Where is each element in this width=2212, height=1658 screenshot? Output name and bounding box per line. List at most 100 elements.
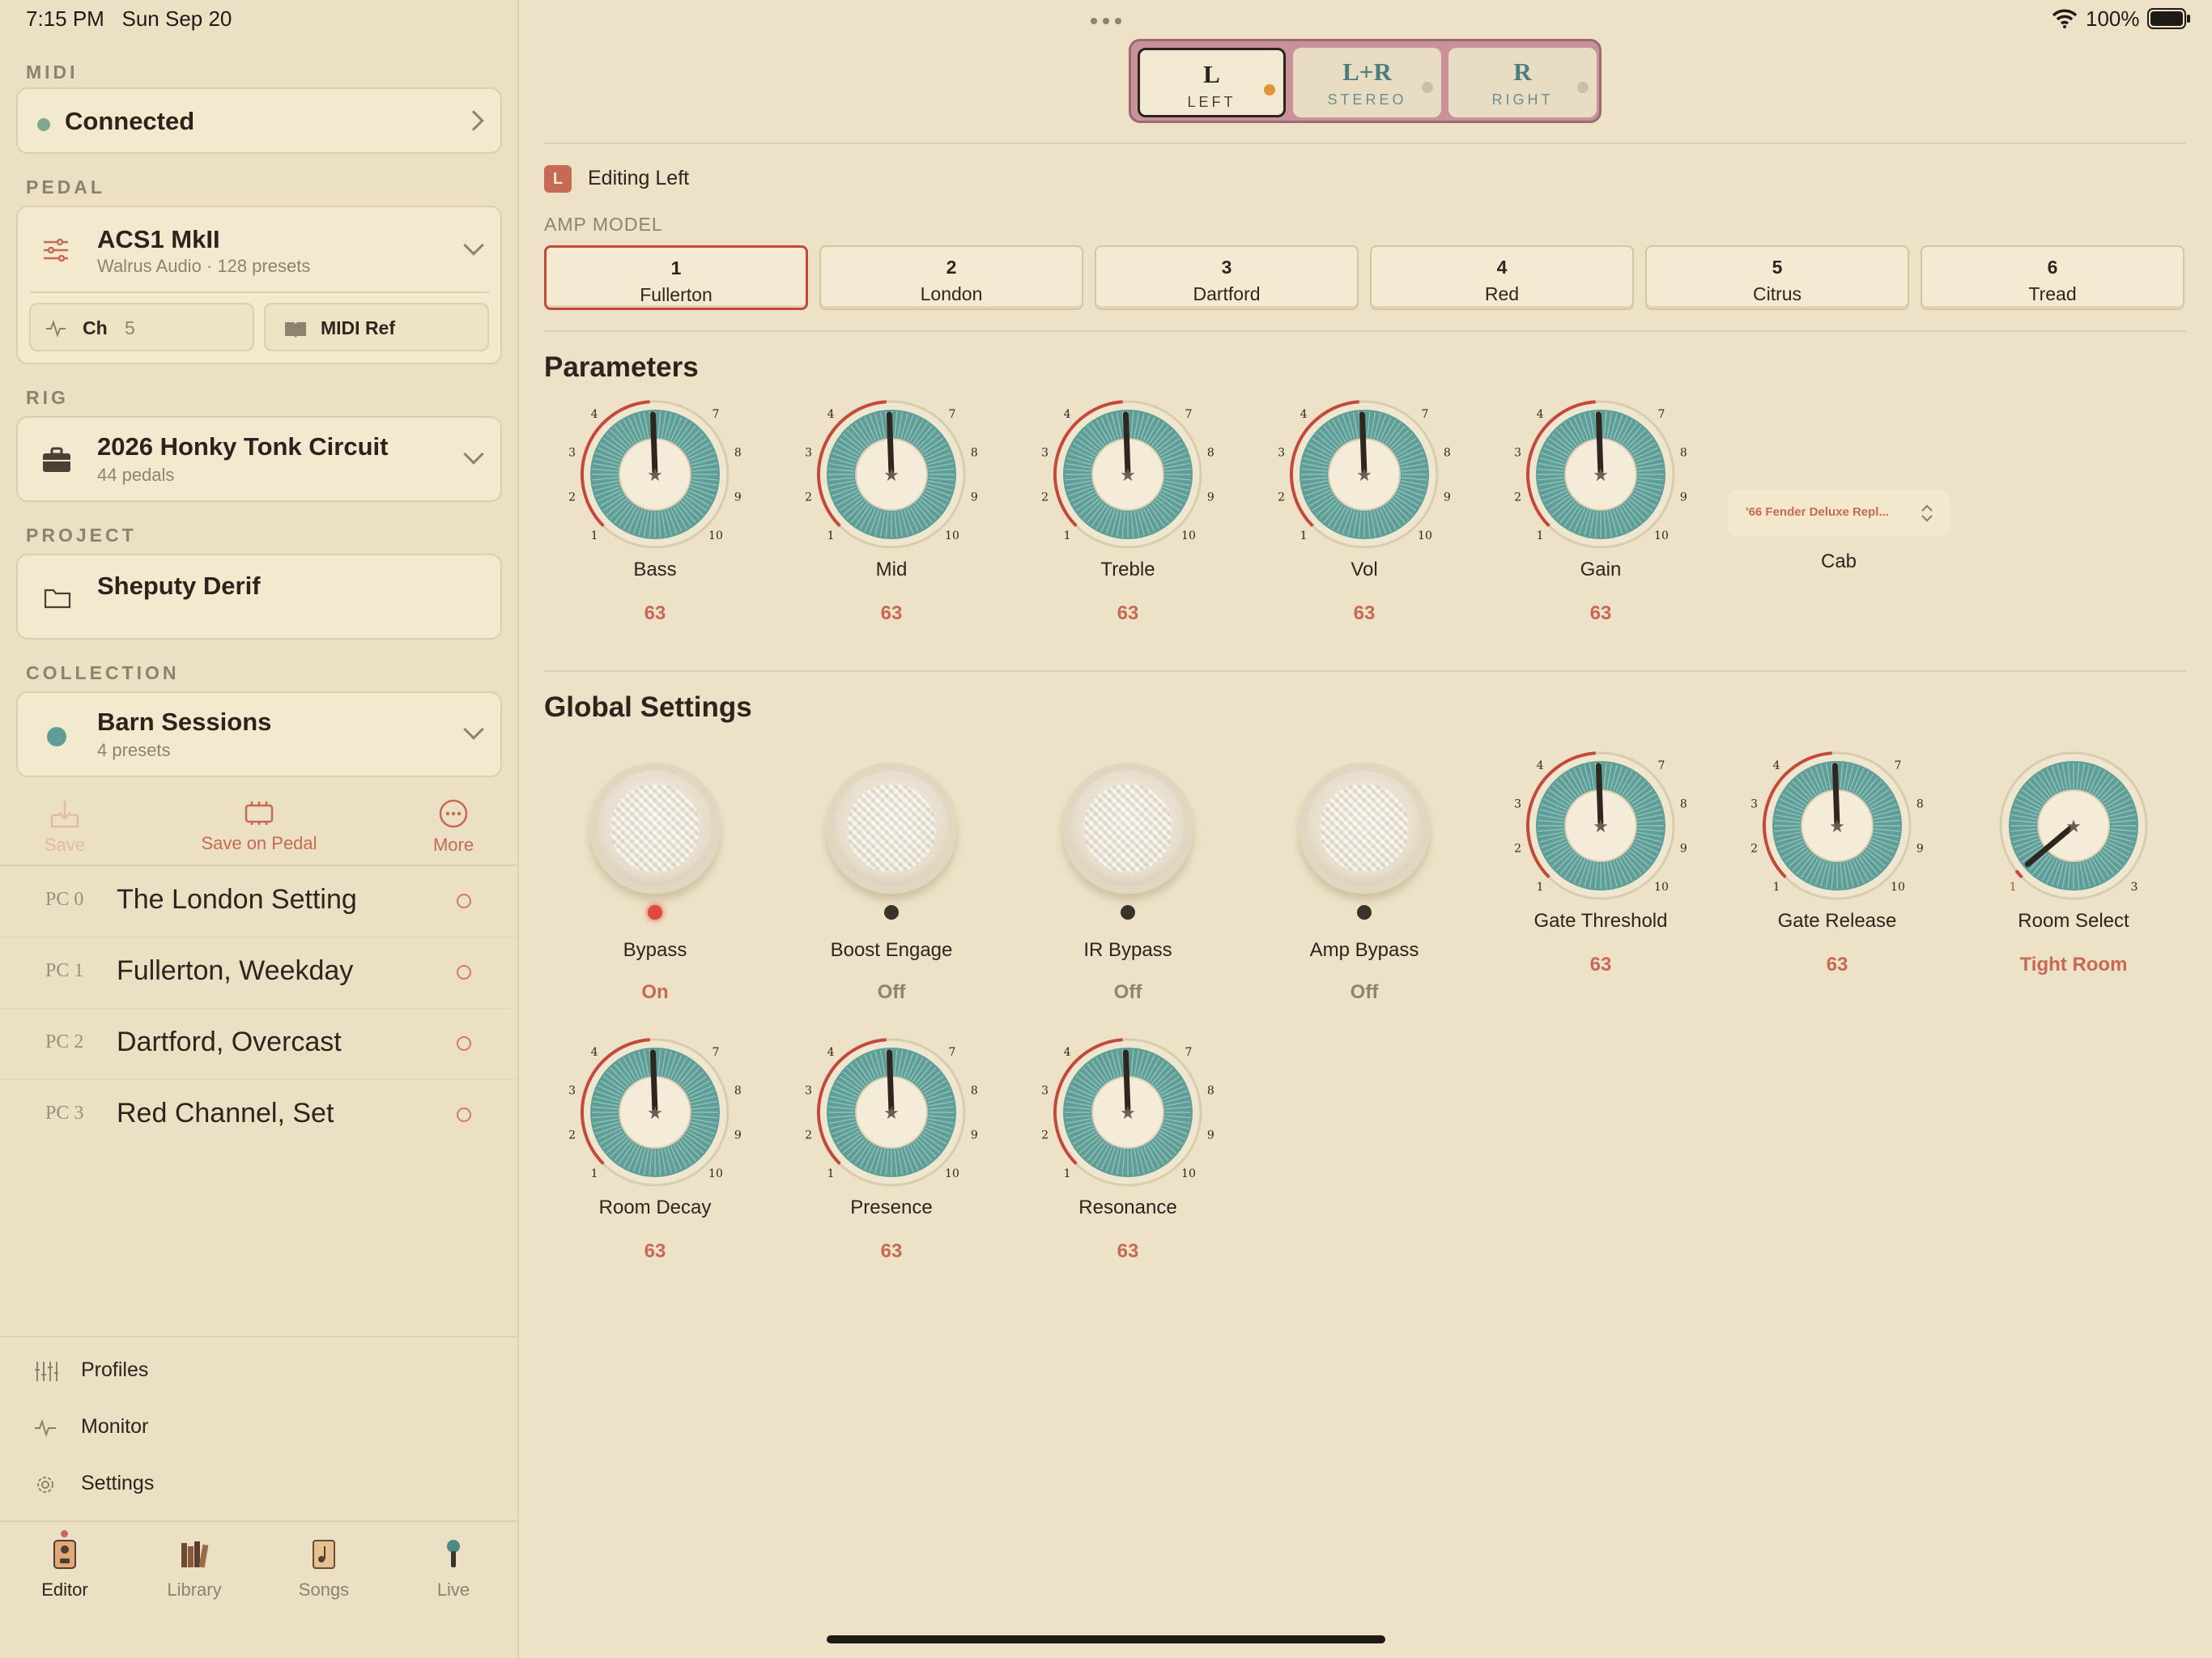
tab-songs[interactable]: Songs bbox=[267, 1538, 381, 1601]
knob-treble[interactable]: ★ 1 2 3 4 5 6 7 8 9 10 Treble 63 bbox=[1035, 397, 1221, 640]
svg-text:★: ★ bbox=[883, 1103, 900, 1124]
midi-ref-button[interactable]: MIDI Ref bbox=[264, 303, 489, 351]
svg-text:3: 3 bbox=[568, 447, 576, 460]
segment-right-big: R bbox=[1513, 57, 1532, 86]
preset-name: Fullerton, Weekday bbox=[117, 955, 354, 986]
tab-live[interactable]: Live bbox=[397, 1538, 510, 1601]
knob-dial: ★ 1 2 3 4 5 6 7 8 9 10 bbox=[1041, 397, 1214, 549]
svg-text:6: 6 bbox=[1619, 748, 1627, 750]
toggle-amp-bypass[interactable]: Amp Bypass Off bbox=[1271, 763, 1457, 1014]
knob-dial: ★ 1 2 3 4 5 6 7 8 9 10 bbox=[568, 397, 742, 549]
preset-select-circle[interactable] bbox=[457, 894, 471, 908]
library-books-icon bbox=[181, 1541, 209, 1568]
preset-row[interactable]: PC 0 The London Setting bbox=[0, 866, 518, 937]
preset-row[interactable]: PC 3 Red Channel, Set bbox=[0, 1080, 518, 1151]
svg-text:2: 2 bbox=[568, 491, 576, 504]
knob-presence[interactable]: ★ 1 2 3 4 5 6 7 8 9 10 Presence 63 bbox=[798, 1035, 985, 1278]
svg-text:3: 3 bbox=[805, 1085, 812, 1098]
toggle-bypass[interactable]: Bypass On bbox=[562, 763, 748, 1014]
toggle-ir-bypass[interactable]: IR Bypass Off bbox=[1035, 763, 1221, 1014]
global-settings-heading: Global Settings bbox=[544, 691, 752, 723]
svg-text:3: 3 bbox=[805, 447, 812, 460]
knob-gate-threshold[interactable]: ★ 1 2 3 4 5 6 7 8 9 10 Gate Threshold 63 bbox=[1508, 748, 1694, 991]
amp-model-number: 6 bbox=[2047, 257, 2058, 278]
svg-text:6: 6 bbox=[1146, 397, 1154, 399]
folder-icon bbox=[44, 589, 71, 609]
collection-section-label: COLLECTION bbox=[26, 662, 180, 683]
svg-text:7: 7 bbox=[948, 408, 955, 421]
svg-text:8: 8 bbox=[734, 447, 742, 460]
amp-model-name: London bbox=[920, 283, 983, 304]
knob-gate-release[interactable]: ★ 1 2 3 4 5 6 7 8 9 10 Gate Release 63 bbox=[1744, 748, 1930, 991]
segment-indicator bbox=[1577, 82, 1589, 93]
preset-select-circle[interactable] bbox=[457, 1036, 471, 1051]
multitasking-dots[interactable] bbox=[1090, 15, 1122, 24]
songs-note-icon bbox=[313, 1540, 335, 1569]
pedal-name: ACS1 MkII bbox=[97, 225, 220, 253]
cab-select[interactable]: '66 Fender Deluxe Repl... bbox=[1728, 490, 1950, 537]
preset-row[interactable]: PC 1 Fullerton, Weekday bbox=[0, 937, 518, 1009]
rig-card[interactable]: 2026 Honky Tonk Circuit 44 pedals bbox=[16, 416, 502, 502]
svg-text:3: 3 bbox=[1750, 798, 1758, 811]
midi-ref-label: MIDI Ref bbox=[321, 317, 395, 338]
knob-mid[interactable]: ★ 1 2 3 4 5 6 7 8 9 10 Mid 63 bbox=[798, 397, 985, 640]
knob-gain[interactable]: ★ 1 2 3 4 5 6 7 8 9 10 Gain 63 bbox=[1508, 397, 1694, 640]
preset-select-circle[interactable] bbox=[457, 1107, 471, 1122]
knob-value: 63 bbox=[1117, 602, 1139, 624]
svg-text:4: 4 bbox=[1537, 759, 1544, 772]
footswitch[interactable] bbox=[1062, 763, 1193, 894]
knob-vol[interactable]: ★ 1 2 3 4 5 6 7 8 9 10 Vol 63 bbox=[1271, 397, 1457, 640]
channel-segmented-control: L LEFT L+R STEREO R RIGHT bbox=[1129, 39, 1602, 123]
footswitch[interactable] bbox=[826, 763, 957, 894]
svg-text:10: 10 bbox=[945, 1167, 959, 1180]
tab-library[interactable]: Library bbox=[138, 1538, 251, 1601]
svg-text:4: 4 bbox=[1064, 1046, 1071, 1059]
svg-text:4: 4 bbox=[591, 408, 598, 421]
knob-value: 63 bbox=[1589, 602, 1612, 624]
knob-value: 63 bbox=[880, 602, 903, 624]
save-button[interactable]: Save bbox=[0, 797, 130, 856]
footswitch[interactable] bbox=[1299, 763, 1430, 894]
toggle-label: Amp Bypass bbox=[1309, 939, 1419, 961]
knob-bass[interactable]: ★ 1 2 3 4 5 6 7 8 9 10 Bass 63 bbox=[562, 397, 748, 640]
knob-room-select[interactable]: ★123 Room Select Tight Room bbox=[1980, 748, 2167, 991]
collection-card[interactable]: Barn Sessions 4 presets bbox=[16, 691, 502, 777]
svg-text:7: 7 bbox=[1657, 759, 1665, 772]
preset-pc: PC 2 bbox=[45, 1031, 84, 1052]
amp-model-name: Citrus bbox=[1752, 283, 1802, 304]
tab-editor[interactable]: Editor bbox=[8, 1538, 121, 1601]
channel-button[interactable]: Ch 5 bbox=[29, 303, 254, 351]
svg-text:★: ★ bbox=[1593, 817, 1609, 837]
svg-text:5: 5 bbox=[1102, 1035, 1109, 1037]
amp-model-button[interactable]: 3 Dartford bbox=[1095, 245, 1359, 310]
led-indicator bbox=[648, 905, 662, 920]
knob-room-decay[interactable]: ★ 1 2 3 4 5 6 7 8 9 10 Room Decay 63 bbox=[562, 1035, 748, 1278]
toggle-value: On bbox=[641, 981, 669, 1003]
amp-model-button[interactable]: 6 Tread bbox=[1921, 245, 2184, 310]
amp-model-button[interactable]: 5 Citrus bbox=[1645, 245, 1909, 310]
save-on-pedal-button[interactable]: Save on Pedal bbox=[194, 797, 324, 854]
active-tab-dot bbox=[61, 1530, 68, 1537]
amp-model-button[interactable]: 1 Fullerton bbox=[544, 245, 808, 310]
svg-text:5: 5 bbox=[1338, 397, 1346, 399]
project-card[interactable]: Sheputy Derif bbox=[16, 554, 502, 640]
segment-left[interactable]: L LEFT bbox=[1138, 48, 1286, 117]
svg-text:1: 1 bbox=[1773, 881, 1780, 894]
midi-status-card[interactable]: Connected bbox=[16, 87, 502, 154]
amp-model-button[interactable]: 4 Red bbox=[1370, 245, 1634, 310]
svg-text:1: 1 bbox=[2010, 881, 2017, 894]
knob-resonance[interactable]: ★ 1 2 3 4 5 6 7 8 9 10 Resonance 63 bbox=[1035, 1035, 1221, 1278]
preset-select-circle[interactable] bbox=[457, 965, 471, 980]
segment-right[interactable]: R RIGHT bbox=[1448, 48, 1597, 117]
preset-row[interactable]: PC 2 Dartford, Overcast bbox=[0, 1009, 518, 1080]
pedal-section-label: PEDAL bbox=[26, 176, 105, 198]
up-down-chevron-icon bbox=[1921, 504, 1933, 522]
more-button[interactable]: More bbox=[389, 797, 518, 856]
footswitch[interactable] bbox=[589, 763, 721, 894]
segment-stereo[interactable]: L+R STEREO bbox=[1293, 48, 1441, 117]
toggle-boost-engage[interactable]: Boost Engage Off bbox=[798, 763, 985, 1014]
home-indicator[interactable] bbox=[827, 1635, 1385, 1643]
amp-model-button[interactable]: 2 London bbox=[819, 245, 1083, 310]
pulse-icon bbox=[35, 1418, 56, 1438]
svg-text:10: 10 bbox=[708, 1167, 723, 1180]
